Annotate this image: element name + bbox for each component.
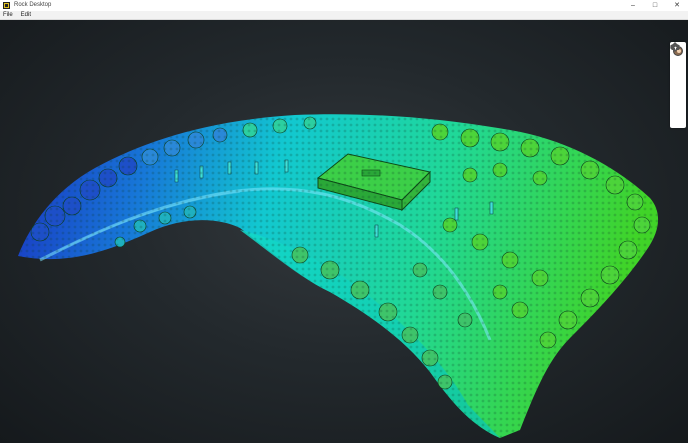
app-window: Rock Desktop – □ ✕ File Edit (0, 0, 688, 443)
menu-file[interactable]: File (3, 11, 13, 20)
visibility-tool-button[interactable] (670, 44, 686, 110)
layers-tool-button[interactable] (670, 43, 686, 93)
upload-tool-button[interactable] (670, 44, 686, 127)
cloud-upload-icon (671, 44, 680, 50)
title-bar: Rock Desktop – □ ✕ (0, 0, 688, 11)
terrain-texture (18, 114, 659, 438)
menu-bar: File Edit (0, 11, 688, 20)
menu-edit[interactable]: Edit (21, 11, 31, 20)
move-tool-button[interactable] (670, 42, 686, 76)
maximize-button[interactable]: □ (644, 0, 666, 11)
window-controls: – □ ✕ (622, 0, 688, 11)
window-title: Rock Desktop (14, 2, 52, 8)
point-cloud[interactable] (0, 20, 688, 443)
app-logo-icon (3, 2, 10, 9)
view-toolbar (670, 42, 686, 128)
3d-viewport[interactable] (0, 20, 688, 443)
close-button[interactable]: ✕ (666, 0, 688, 11)
minimize-button[interactable]: – (622, 0, 644, 11)
